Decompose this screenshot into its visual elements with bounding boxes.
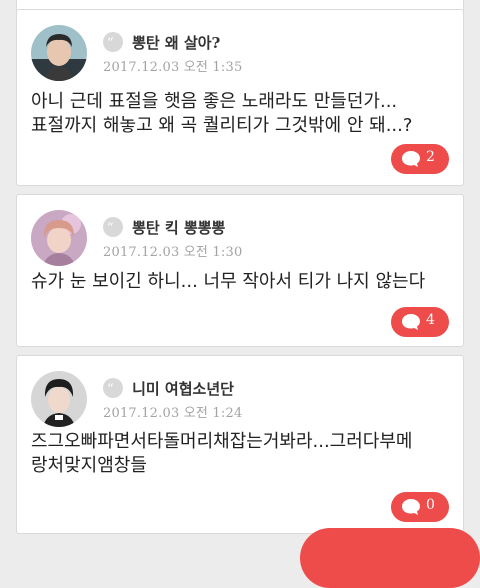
avatar[interactable]: [31, 371, 87, 427]
post-body-line: 아니 근데 표절을 햇음 좋은 노래라도 만들던가...: [31, 91, 398, 112]
floating-action-button[interactable]: [300, 528, 480, 588]
quote-icon: “: [103, 377, 123, 398]
svg-text:“: “: [107, 36, 114, 51]
quote-icon: “: [103, 216, 123, 237]
post-body: 즈그오빠파면서타돌머리채잡는거봐라...그러다부메 랑처맞지앰창들: [31, 430, 451, 478]
comment-count: 0: [426, 497, 435, 513]
comment-bubble-icon: [401, 150, 421, 168]
comment-button[interactable]: 0: [391, 492, 449, 522]
post-card[interactable]: “ 뽕탄 킥 뽕뽕뽕 2017.12.03 오전 1:30 슈가 눈 보이긴 하…: [16, 194, 464, 347]
avatar[interactable]: [31, 210, 87, 266]
post-meta: “ 니미 여협소년단: [103, 377, 234, 399]
post-card[interactable]: “ 뽕탄 왜 살아? 2017.12.03 오전 1:35 아니 근데 표절을 …: [16, 9, 464, 186]
post-meta: “ 뽕탄 킥 뽕뽕뽕: [103, 216, 226, 238]
avatar[interactable]: [31, 25, 87, 81]
post-meta: “ 뽕탄 왜 살아?: [103, 31, 221, 53]
post-body-line: 랑처맞지앰창들: [31, 455, 147, 476]
post-body-line: 즈그오빠파면서타돌머리채잡는거봐라...그러다부메: [31, 431, 413, 452]
svg-text:“: “: [107, 382, 114, 397]
quote-icon: “: [103, 31, 123, 52]
svg-text:“: “: [107, 221, 114, 236]
post-body-line: 표절까지 해놓고 왜 곡 퀄리티가 그것밖에 안 돼...?: [31, 115, 413, 136]
post-date: 2017.12.03 오전 1:24: [103, 406, 243, 421]
comment-count: 2: [426, 149, 435, 165]
post-title: 니미 여협소년단: [132, 380, 234, 398]
comment-button[interactable]: 2: [391, 144, 449, 174]
comment-bubble-icon: [401, 313, 421, 331]
post-title: 뽕탄 킥 뽕뽕뽕: [132, 219, 226, 237]
post-body: 아니 근데 표절을 햇음 좋은 노래라도 만들던가... 표절까지 해놓고 왜 …: [31, 90, 451, 138]
post-body-line: 슈가 눈 보이긴 하니... 너무 작아서 티가 나지 않는다: [31, 271, 426, 292]
comment-bubble-icon: [401, 498, 421, 516]
post-card[interactable]: “ 니미 여협소년단 2017.12.03 오전 1:24 즈그오빠파면서타돌머…: [16, 355, 464, 534]
post-body: 슈가 눈 보이긴 하니... 너무 작아서 티가 나지 않는다: [31, 270, 451, 294]
post-date: 2017.12.03 오전 1:30: [103, 245, 243, 260]
post-date: 2017.12.03 오전 1:35: [103, 60, 243, 75]
comment-button[interactable]: 4: [391, 307, 449, 337]
post-title: 뽕탄 왜 살아?: [132, 34, 221, 52]
comment-count: 4: [426, 312, 435, 328]
